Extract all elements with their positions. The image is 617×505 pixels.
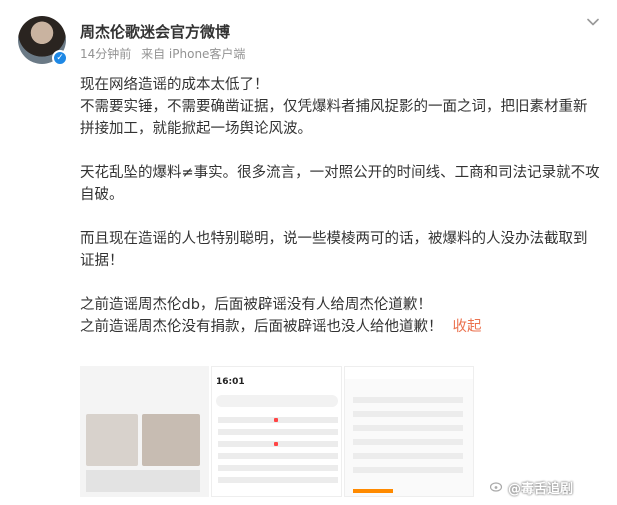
chevron-down-icon[interactable] <box>587 16 599 28</box>
list-row-placeholder <box>218 417 338 423</box>
photo-thumbnail <box>86 414 138 466</box>
list-row-placeholder <box>353 425 463 431</box>
hot-badge <box>274 442 278 446</box>
more-link-placeholder <box>353 489 393 493</box>
post-text-line: 天花乱坠的爆料≠事实。很多流言，一对照公开的时间线、工商和司法记录就不攻自破。 <box>80 165 600 203</box>
verified-badge-icon: ✓ <box>52 50 68 66</box>
list-row-placeholder <box>353 397 463 403</box>
list-row-placeholder <box>353 439 463 445</box>
list-row-placeholder <box>218 453 338 459</box>
list-row-placeholder <box>218 429 338 435</box>
list-row-placeholder <box>353 411 463 417</box>
post-meta: 14分钟前 来自 iPhone客户端 <box>80 45 251 62</box>
photo-thumbnail <box>142 414 200 466</box>
phone-time: 16:01 <box>216 377 245 387</box>
list-row-placeholder <box>218 465 338 471</box>
author-name[interactable]: 周杰伦歌迷会官方微博 <box>80 21 230 42</box>
post-text-line: 之前造谣周杰伦db，后面被辟谣没有人给周杰伦道歉！ <box>80 297 432 313</box>
list-row-placeholder <box>218 477 338 483</box>
weibo-logo-icon <box>490 482 503 492</box>
collapse-link[interactable]: 收起 <box>453 319 482 335</box>
post-image-1[interactable] <box>80 366 209 497</box>
post-time[interactable]: 14分钟前 <box>80 47 131 61</box>
list-row-placeholder <box>353 453 463 459</box>
search-bar-placeholder <box>216 395 338 407</box>
hot-badge <box>274 418 278 422</box>
post-text-line: 现在网络造谣的成本太低了！ <box>80 77 269 93</box>
text-block-placeholder <box>86 470 200 492</box>
post-image-3[interactable] <box>344 366 474 497</box>
list-row-placeholder <box>353 467 463 473</box>
list-row-placeholder <box>218 441 338 447</box>
post-text-line: 而且现在造谣的人也特别聪明，说一些模棱两可的话，被爆料的人没办法截取到证据！ <box>80 231 588 269</box>
post-image-2[interactable]: 16:01 <box>211 366 342 497</box>
post-source: 来自 iPhone客户端 <box>141 47 246 61</box>
post-text-line: 不需要实锤，不需要确凿证据，仅凭爆料者捕风捉影的一面之词，把旧素材重新拼接加工，… <box>80 99 588 137</box>
status-bar-placeholder <box>345 367 473 379</box>
post-body: 现在网络造谣的成本太低了！ 不需要实锤，不需要确凿证据，仅凭爆料者捕风捉影的一面… <box>80 74 600 338</box>
post-text-line: 之前造谣周杰伦没有捐款，后面被辟谣也没人给他道歉！ 收起 <box>80 316 600 338</box>
post-text-line-last: 之前造谣周杰伦没有捐款，后面被辟谣也没人给他道歉！ <box>80 319 443 335</box>
watermark-text: @毒舌追剧 <box>508 482 574 497</box>
